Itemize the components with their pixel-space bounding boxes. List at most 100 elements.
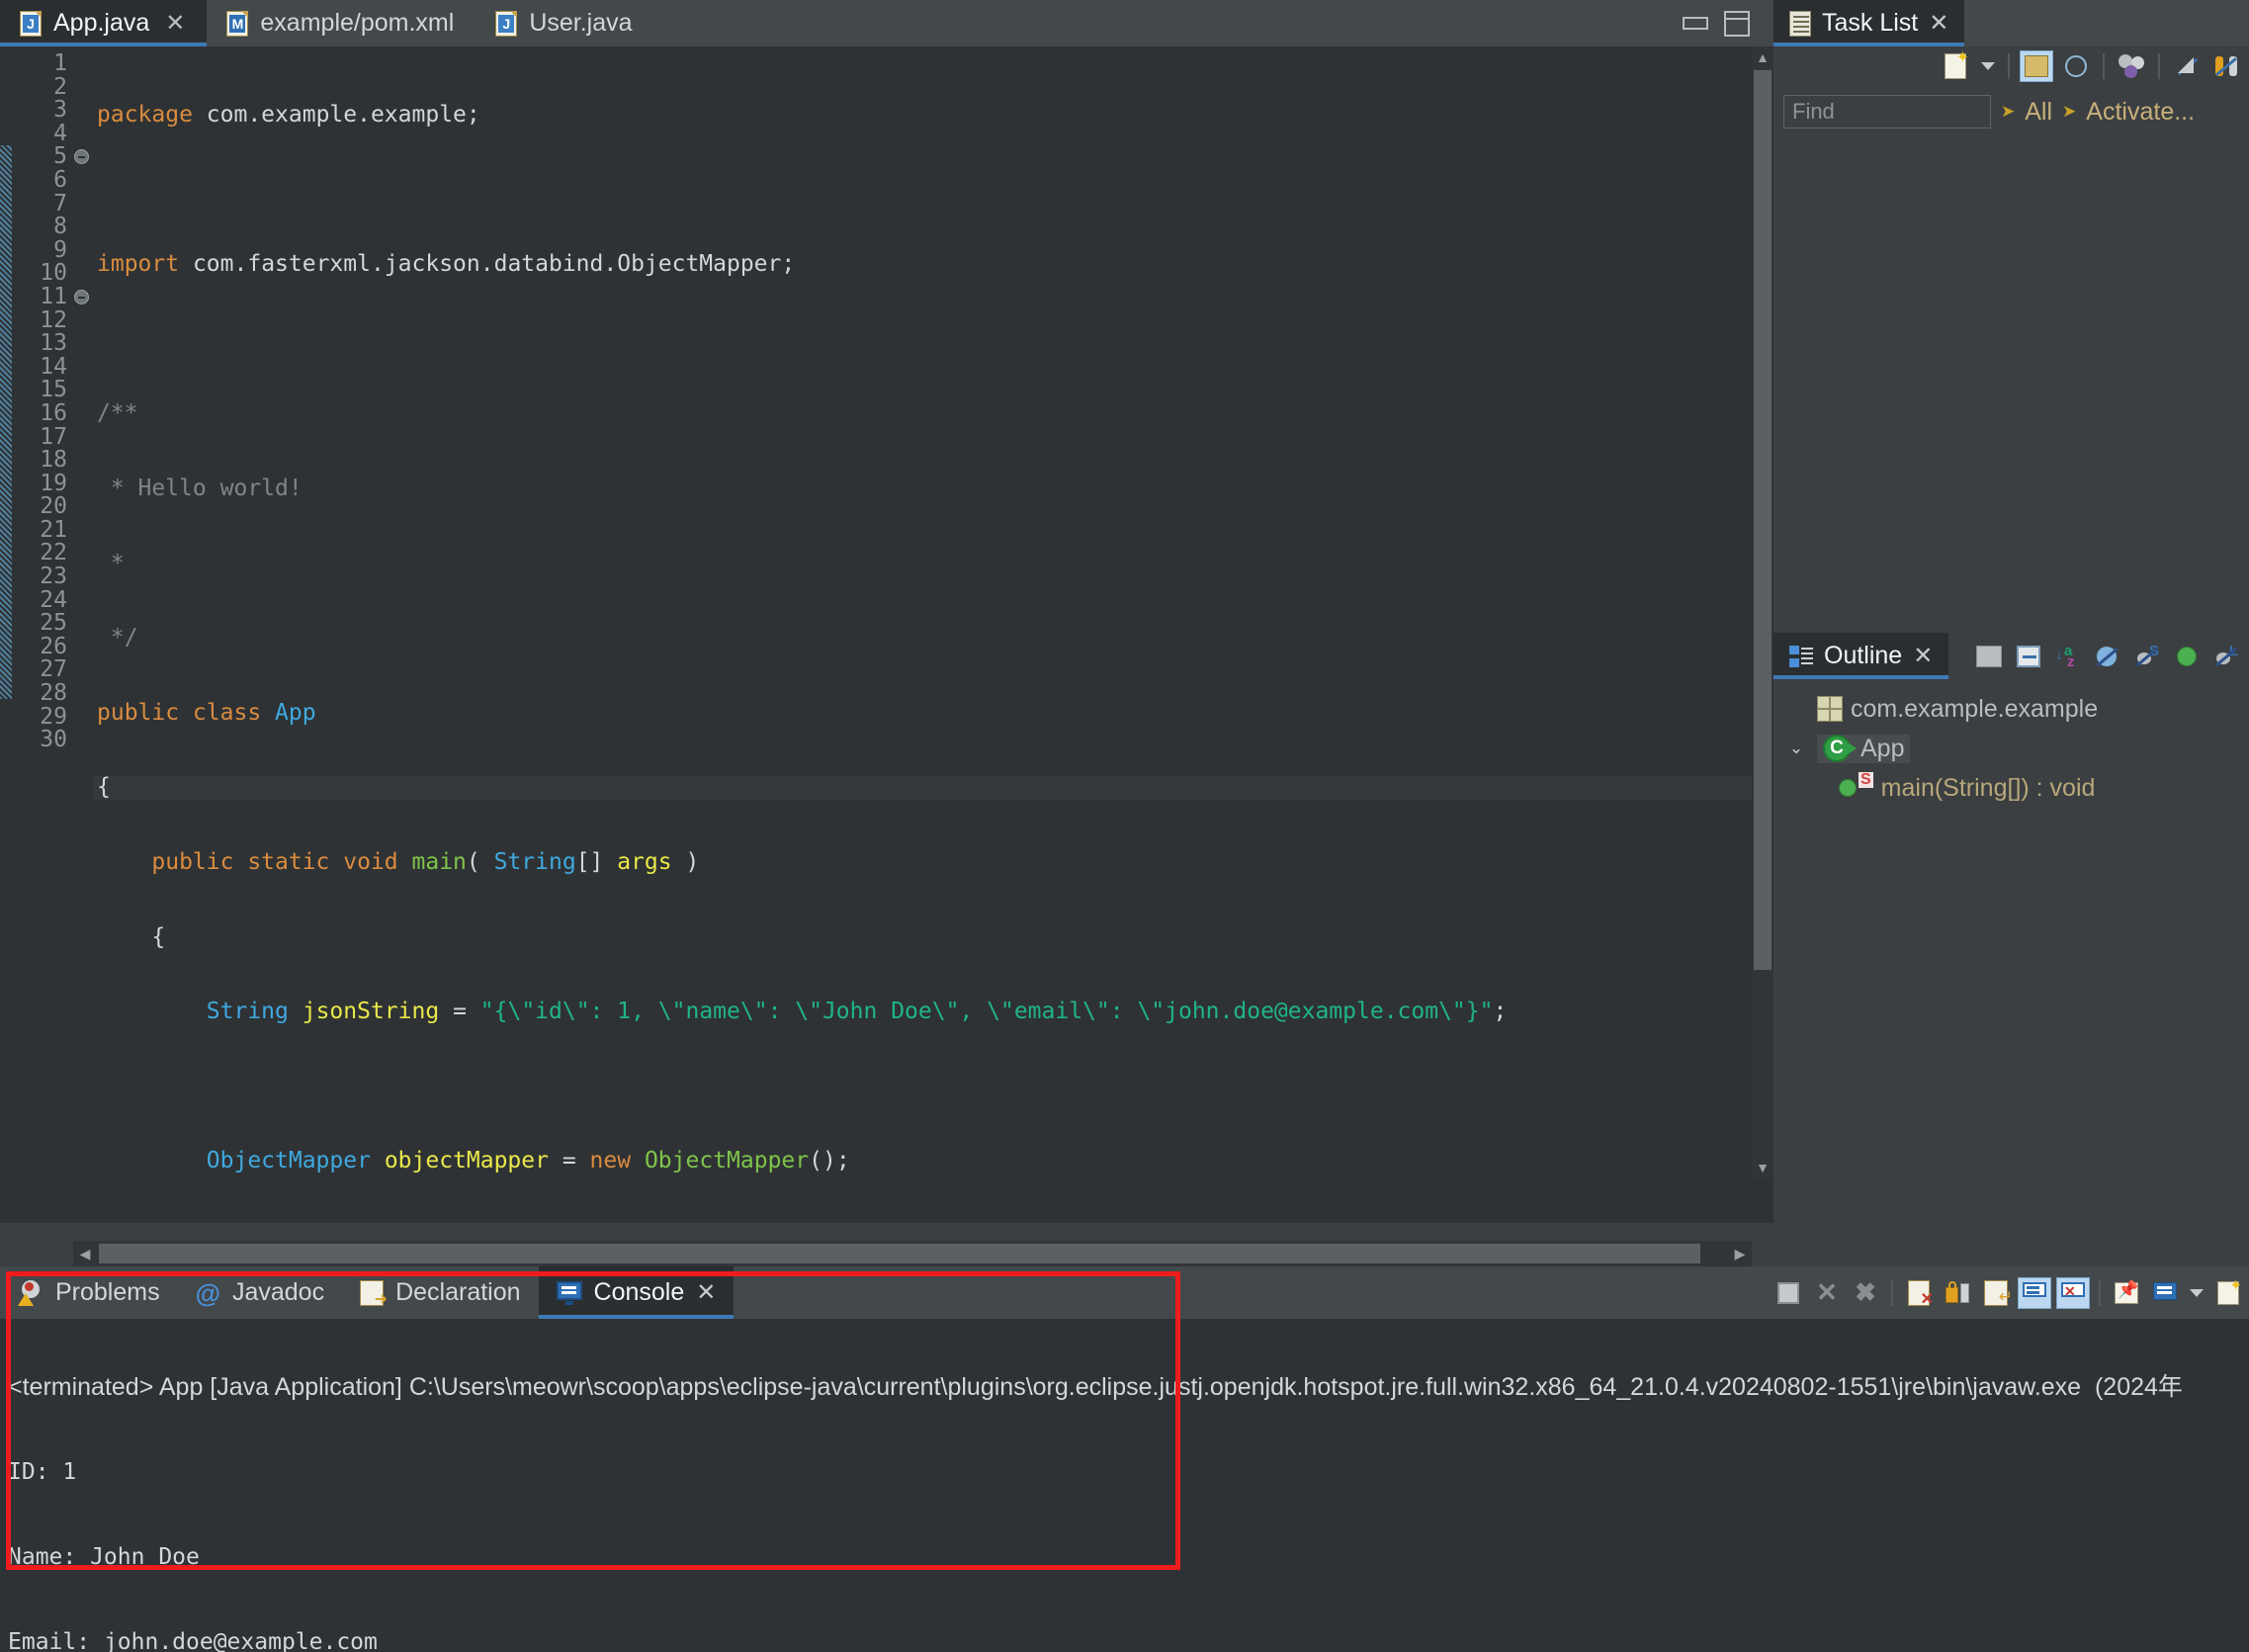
- close-icon[interactable]: ✕: [1929, 9, 1948, 38]
- scrollbar-thumb[interactable]: [1754, 70, 1772, 970]
- console-monitor-icon: [557, 1281, 582, 1305]
- tab-label: Javadoc: [232, 1278, 324, 1307]
- display-dropdown-arrow-icon[interactable]: [2187, 1277, 2206, 1309]
- maven-file-icon-letter: M: [229, 15, 245, 33]
- categorize-icon[interactable]: [2020, 50, 2053, 82]
- editor-tab-label: User.java: [529, 9, 632, 38]
- new-task-icon[interactable]: ✦: [1939, 50, 1972, 82]
- open-console-icon[interactable]: ✦: [2211, 1277, 2245, 1309]
- outline-item-class-app[interactable]: ⌄ C App: [1773, 729, 2249, 768]
- java-file-icon-letter: J: [498, 15, 514, 33]
- scroll-up-icon[interactable]: ▲: [1752, 46, 1773, 68]
- declaration-icon: ➜: [360, 1280, 384, 1306]
- eclipse-ide-window: J App.java ✕ M example/pom.xml J User.ja…: [0, 0, 2249, 1652]
- tab-label: Console: [594, 1278, 685, 1307]
- outline-item-label: App: [1860, 735, 1904, 763]
- filter-completed-icon[interactable]: [2170, 50, 2204, 82]
- tab-outline[interactable]: Outline ✕: [1773, 633, 1948, 679]
- task-list-toolbar: ✦: [1773, 46, 2249, 86]
- editor-tab-label: example/pom.xml: [260, 9, 454, 38]
- console-output-line: ID: 1: [0, 1455, 2249, 1489]
- maximize-icon[interactable]: [1724, 11, 1750, 37]
- hide-fields-dot-icon[interactable]: [2170, 641, 2204, 672]
- filter-all-label[interactable]: All: [2025, 98, 2052, 127]
- tab-declaration[interactable]: ➜ Declaration: [342, 1266, 538, 1319]
- remove-launch-icon[interactable]: ✕: [1810, 1277, 1844, 1309]
- editor-area: J App.java ✕ M example/pom.xml J User.ja…: [0, 0, 1773, 1266]
- dropdown-arrow-icon[interactable]: [1978, 50, 1998, 82]
- chevron-down-icon[interactable]: ⌄: [1783, 739, 1809, 758]
- editor-window-buttons: [1683, 0, 1773, 46]
- word-wrap-icon[interactable]: ↵: [1979, 1277, 2013, 1309]
- find-input[interactable]: Find: [1783, 95, 1991, 129]
- editor-vertical-scrollbar[interactable]: ▲ ▼: [1752, 46, 1773, 1178]
- tab-label: Outline: [1824, 642, 1902, 670]
- maven-file-icon: M: [226, 11, 248, 37]
- show-console-on-error-icon[interactable]: ✕: [2056, 1277, 2090, 1309]
- show-my-tasks-icon[interactable]: [2209, 50, 2243, 82]
- scroll-lock-icon[interactable]: [1941, 1277, 1974, 1309]
- scroll-left-icon[interactable]: ◀: [73, 1241, 97, 1266]
- hide-non-public-icon[interactable]: [2091, 641, 2124, 672]
- change-ruler: [0, 46, 12, 1223]
- minimize-icon[interactable]: [1683, 17, 1708, 30]
- chevron-right-icon[interactable]: ➤: [2062, 102, 2076, 122]
- outline-toolbar: ↓ a z S: [1948, 633, 2249, 679]
- collapse-all-icon[interactable]: [1972, 641, 2006, 672]
- close-icon[interactable]: ✕: [1913, 642, 1933, 670]
- hide-static-icon[interactable]: S: [2130, 641, 2164, 672]
- java-file-icon: J: [495, 11, 517, 37]
- javadoc-at-icon: @: [196, 1280, 220, 1306]
- editor-tab-user-java[interactable]: J User.java: [476, 0, 653, 46]
- editor-tab-app-java[interactable]: J App.java ✕: [0, 0, 207, 46]
- remove-all-terminated-icon[interactable]: ✖: [1849, 1277, 1882, 1309]
- clear-console-icon[interactable]: ✕: [1902, 1277, 1936, 1309]
- hide-fields-icon[interactable]: [2012, 641, 2045, 672]
- tab-label: Task List: [1822, 9, 1918, 38]
- tab-label: Declaration: [395, 1278, 520, 1307]
- static-badge: S: [1859, 772, 1873, 788]
- java-file-icon-letter: J: [23, 15, 39, 33]
- console-output[interactable]: <terminated> App [Java Application] C:\U…: [0, 1319, 2249, 1652]
- task-list-body[interactable]: [1773, 137, 2249, 622]
- show-console-on-output-icon[interactable]: [2018, 1277, 2051, 1309]
- outline-item-label: main(String[]) : void: [1881, 774, 2096, 803]
- scroll-right-icon[interactable]: ▶: [1728, 1241, 1752, 1266]
- toolbar-separator: [2099, 1280, 2101, 1306]
- pin-console-icon[interactable]: 📌: [2110, 1277, 2143, 1309]
- code-text[interactable]: package com.example.example; import com.…: [93, 46, 1773, 1223]
- display-selected-console-icon[interactable]: [2148, 1277, 2182, 1309]
- filter-activate-label[interactable]: Activate...: [2086, 98, 2195, 127]
- package-icon: [1817, 696, 1843, 722]
- outline-item-label: com.example.example: [1851, 695, 2098, 724]
- editor-tab-bar: J App.java ✕ M example/pom.xml J User.ja…: [0, 0, 1773, 46]
- outline-tree[interactable]: com.example.example ⌄ C App S main(Strin…: [1773, 679, 2249, 808]
- console-toolbar: ✕ ✖ ✕ ↵: [1772, 1266, 2249, 1319]
- fold-toggle-icon[interactable]: [74, 290, 89, 304]
- outline-tab-bar: Outline ✕ ↓ a: [1773, 633, 2249, 679]
- tab-problems[interactable]: Problems: [0, 1266, 178, 1319]
- right-panel-column: Task List ✕ ✦: [1773, 0, 2249, 1266]
- editor-tab-pom-xml[interactable]: M example/pom.xml: [207, 0, 476, 46]
- scheduled-presentation-icon[interactable]: [2059, 50, 2093, 82]
- toolbar-separator: [1891, 1280, 1893, 1306]
- tasklist-icon: [1789, 11, 1811, 37]
- scrollbar-thumb[interactable]: [99, 1244, 1700, 1263]
- tab-console[interactable]: Console ✕: [539, 1266, 735, 1319]
- editor-horizontal-scrollbar[interactable]: ◀ ▶: [73, 1241, 1752, 1266]
- close-icon[interactable]: ✕: [165, 12, 185, 36]
- hide-local-types-icon[interactable]: L: [2209, 641, 2243, 672]
- focus-on-workweek-icon[interactable]: [2115, 50, 2148, 82]
- tab-task-list[interactable]: Task List ✕: [1773, 0, 1964, 46]
- outline-item-method-main[interactable]: S main(String[]) : void: [1773, 768, 2249, 808]
- line-number-ruler: 123 4 5 678 910 11 121314 151617 181920 …: [12, 46, 73, 1223]
- chevron-right-icon[interactable]: ➤: [2001, 102, 2015, 122]
- close-icon[interactable]: ✕: [696, 1278, 716, 1307]
- terminate-icon[interactable]: [1772, 1277, 1805, 1309]
- scroll-down-icon[interactable]: ▼: [1752, 1157, 1773, 1178]
- code-editor[interactable]: 123 4 5 678 910 11 121314 151617 181920 …: [0, 46, 1773, 1223]
- tab-javadoc[interactable]: @ Javadoc: [178, 1266, 342, 1319]
- tab-label: Problems: [55, 1278, 160, 1307]
- outline-item-package[interactable]: com.example.example: [1773, 689, 2249, 729]
- sort-alphabetically-icon[interactable]: ↓ a z: [2051, 641, 2085, 672]
